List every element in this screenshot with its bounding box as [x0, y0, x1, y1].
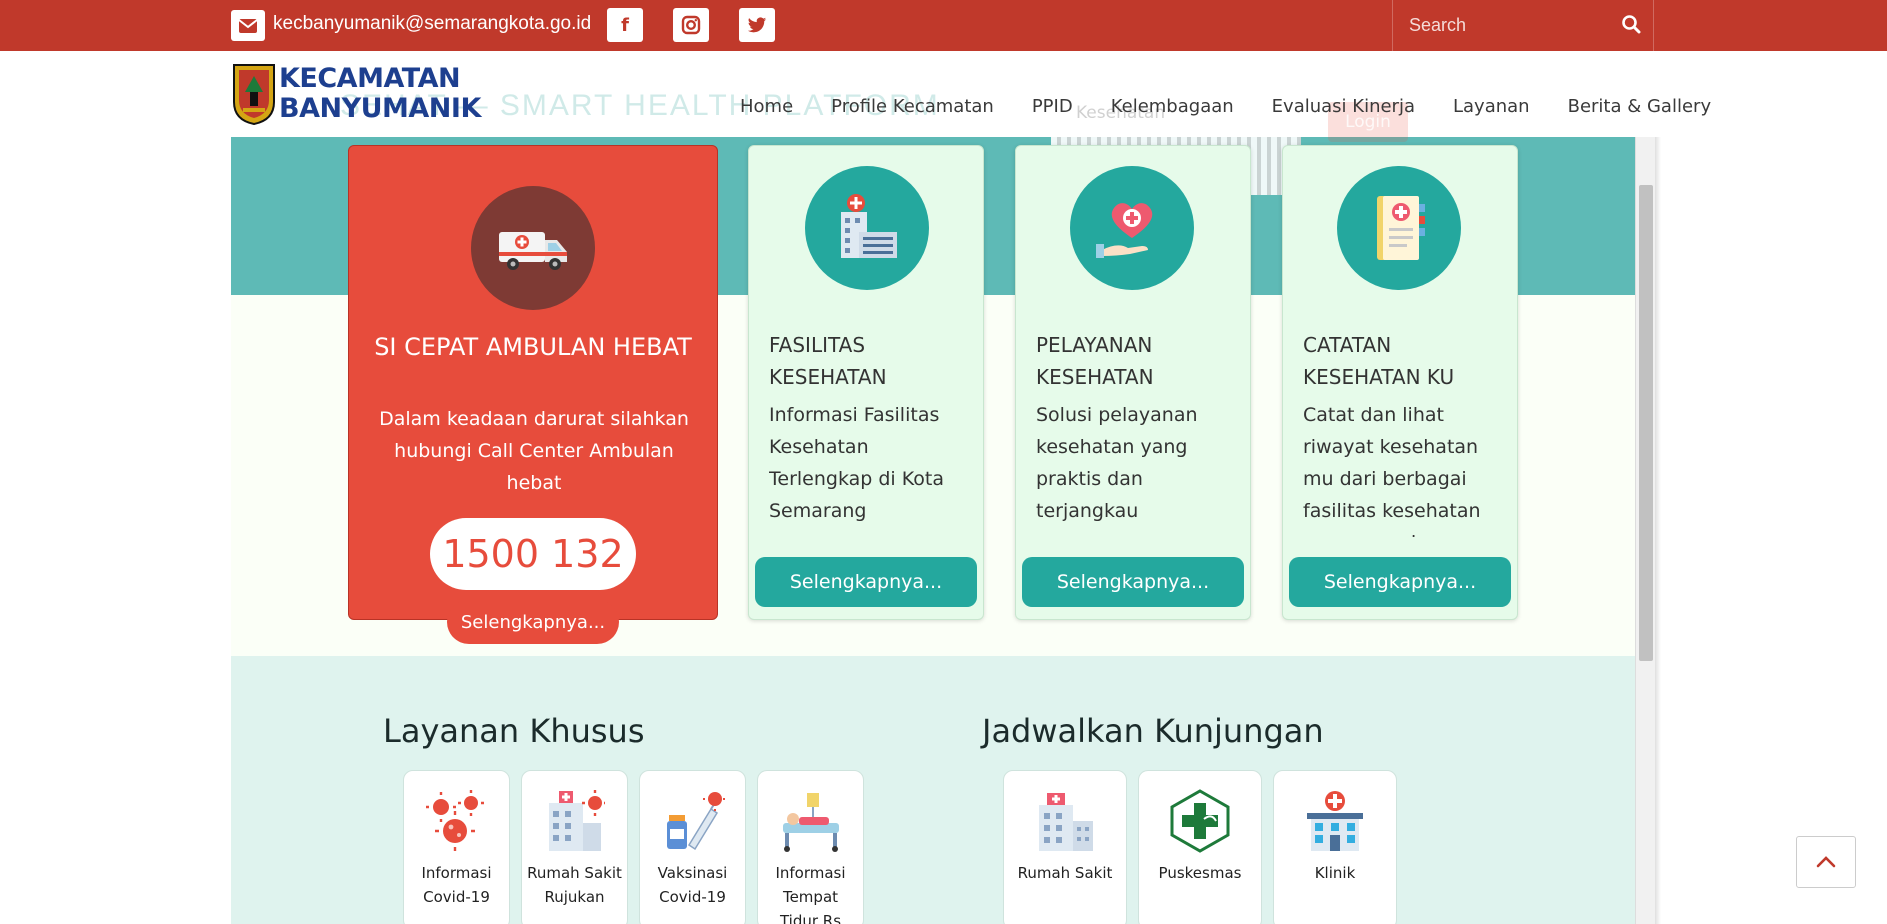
- service-more-button[interactable]: Selengkapnya...: [755, 557, 977, 607]
- nav-layanan[interactable]: Layanan: [1453, 96, 1530, 117]
- service-title: CATATAN KESEHATAN KU: [1303, 333, 1455, 389]
- service-description: Solusi pelayanan kesehatan yang praktis …: [1036, 404, 1198, 522]
- tile-label: Puskesmas: [1158, 864, 1242, 882]
- service-title: FASILITAS KESEHATAN: [769, 333, 887, 389]
- search-box: [1392, 0, 1654, 51]
- service-card-catatan: CATATAN KESEHATAN KU Catat dan lihat riw…: [1282, 145, 1518, 620]
- top-bar: kecbanyumanik@semarangkota.go.id f: [0, 0, 1887, 51]
- nav-evaluasi-kinerja[interactable]: Evaluasi Kinerja: [1272, 96, 1415, 117]
- service-card-fasilitas: FASILITAS KESEHATAN Informasi Fasilitas …: [748, 145, 984, 620]
- emblem-icon: [233, 64, 275, 126]
- nav-ppid[interactable]: PPID: [1032, 96, 1073, 117]
- logo-line-1: KECAMATAN: [279, 63, 461, 94]
- scrollbar-thumb[interactable]: [1639, 185, 1653, 661]
- search-icon[interactable]: [1621, 14, 1643, 36]
- facebook-icon[interactable]: f: [607, 8, 643, 42]
- main-nav: Home Profile Kecamatan PPID Kelembagaan …: [740, 96, 1711, 117]
- hospital-icon: [1039, 793, 1093, 851]
- tile-label: Vaksinasi Covid-19: [657, 864, 728, 906]
- chevron-up-icon: [1816, 856, 1836, 868]
- logo-line-2: BANYUMANIK: [279, 93, 481, 124]
- hospital-bed-icon: [782, 793, 839, 852]
- service-description: Catat dan lihat riwayat kesehatan mu dar…: [1303, 404, 1481, 537]
- tile-rumah-sakit[interactable]: Rumah Sakit: [1003, 770, 1127, 924]
- virus-icon: [425, 790, 484, 851]
- mail-icon[interactable]: [231, 10, 265, 41]
- ambulance-more-button[interactable]: Selengkapnya...: [447, 600, 619, 644]
- nav-berita-gallery[interactable]: Berita & Gallery: [1568, 96, 1712, 117]
- medical-notebook-icon: [1337, 166, 1461, 290]
- instagram-icon[interactable]: [673, 8, 709, 42]
- logo-text: KECAMATAN BANYUMANIK: [279, 64, 481, 124]
- ambulance-title: SI CEPAT AMBULAN HEBAT: [374, 333, 692, 361]
- layanan-khusus-title: Layanan Khusus: [383, 712, 645, 750]
- heart-hand-icon: [1070, 166, 1194, 290]
- tile-label: Klinik: [1314, 864, 1356, 882]
- contact-email[interactable]: kecbanyumanik@semarangkota.go.id: [273, 13, 591, 35]
- tile-informasi-tempat-tidur[interactable]: Informasi Tempat Tidur Rs: [757, 770, 864, 924]
- nav-profile-kecamatan[interactable]: Profile Kecamatan: [831, 96, 994, 117]
- ambulance-card: SI CEPAT AMBULAN HEBAT Dalam keadaan dar…: [348, 145, 718, 620]
- frame-shadow: [1655, 137, 1661, 924]
- page-scrollbar[interactable]: [1635, 137, 1655, 924]
- nav-home[interactable]: Home: [740, 96, 793, 117]
- tile-vaksinasi-covid[interactable]: Vaksinasi Covid-19: [639, 770, 746, 924]
- service-card-pelayanan: PELAYANAN KESEHATAN Solusi pelayanan kes…: [1015, 145, 1251, 620]
- ambulance-description: Dalam keadaan darurat silahkan hubungi C…: [379, 408, 689, 494]
- ambulance-icon: [471, 186, 595, 310]
- tile-puskesmas[interactable]: Puskesmas: [1138, 770, 1262, 924]
- service-more-button[interactable]: Selengkapnya...: [1022, 557, 1244, 607]
- search-input[interactable]: [1409, 10, 1609, 40]
- tile-label: Informasi Tempat Tidur Rs: [775, 864, 846, 924]
- tile-klinik[interactable]: Klinik: [1273, 770, 1397, 924]
- tile-rumah-sakit-rujukan[interactable]: Rumah Sakit Rujukan: [521, 770, 628, 924]
- jadwalkan-kunjungan-title: Jadwalkan Kunjungan: [982, 712, 1324, 750]
- hospital-virus-icon: [548, 790, 605, 851]
- nav-kelembagaan[interactable]: Kelembagaan: [1111, 96, 1234, 117]
- tile-informasi-covid[interactable]: Informasi Covid-19: [403, 770, 510, 924]
- tile-label: Informasi Covid-19: [421, 864, 492, 906]
- vaccine-icon: [666, 789, 725, 851]
- twitter-icon[interactable]: [739, 8, 775, 42]
- clinic-icon: [1307, 791, 1363, 851]
- service-title: PELAYANAN KESEHATAN: [1036, 333, 1154, 389]
- service-more-button[interactable]: Selengkapnya...: [1289, 557, 1511, 607]
- puskesmas-icon: [1170, 789, 1230, 853]
- tile-label: Rumah Sakit Rujukan: [527, 864, 622, 906]
- tile-label: Rumah Sakit: [1017, 864, 1113, 882]
- service-description: Informasi Fasilitas Kesehatan Terlengkap…: [769, 404, 944, 522]
- back-to-top-button[interactable]: [1796, 836, 1856, 888]
- ambulance-phone[interactable]: 1500 132: [430, 518, 636, 590]
- site-logo[interactable]: KECAMATAN BANYUMANIK: [231, 62, 481, 128]
- hospital-building-icon: [805, 166, 929, 290]
